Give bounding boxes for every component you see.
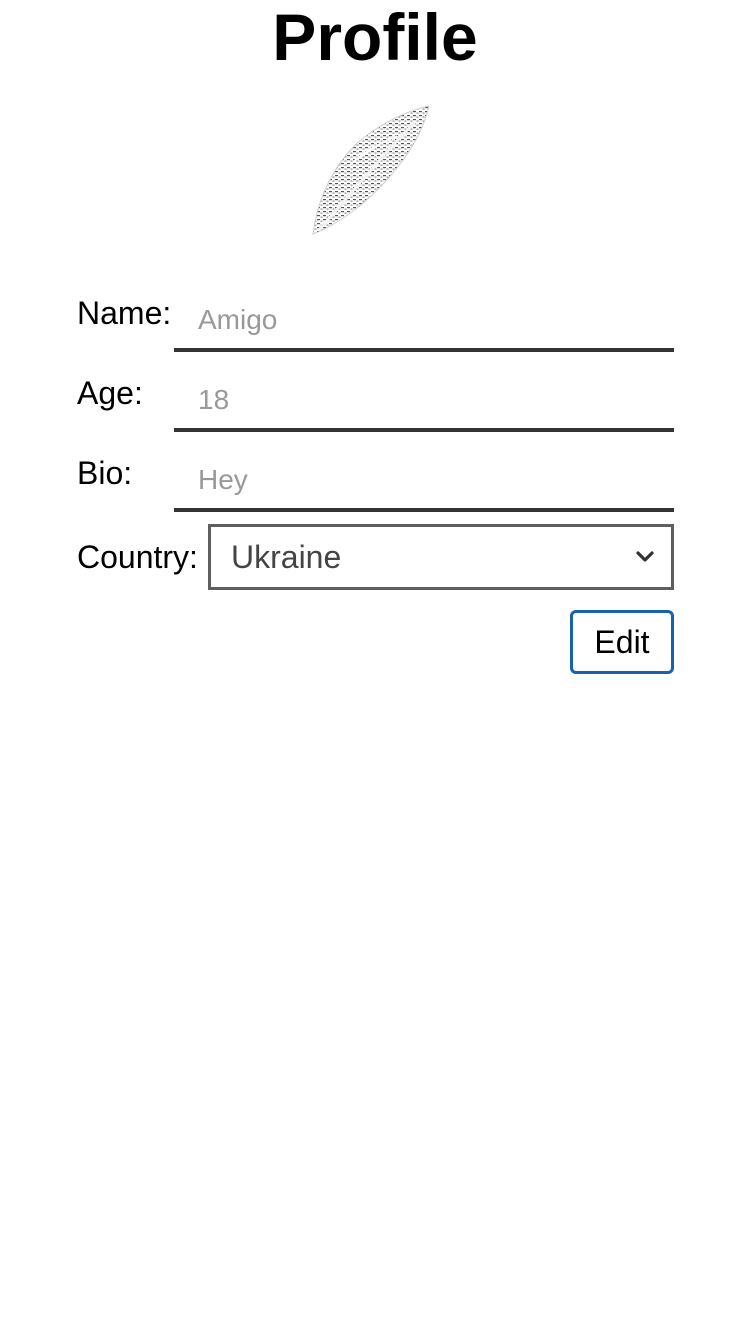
name-field-wrapper <box>174 292 674 352</box>
chevron-down-icon <box>636 551 654 562</box>
age-label: Age: <box>77 375 143 411</box>
bio-input[interactable] <box>174 452 674 508</box>
profile-page: Profile Name: Age: Bio: Country: Ukraine… <box>0 0 750 1334</box>
bio-label: Bio: <box>77 455 133 491</box>
bio-field-wrapper <box>174 452 674 512</box>
age-field-wrapper <box>174 372 674 432</box>
feather-icon <box>312 105 430 235</box>
country-selected-value: Ukraine <box>231 539 342 575</box>
age-input[interactable] <box>174 372 674 428</box>
page-title: Profile <box>272 0 478 74</box>
country-label: Country: <box>77 539 198 575</box>
edit-button[interactable]: Edit <box>570 610 674 674</box>
name-input[interactable] <box>174 292 674 348</box>
name-label: Name: <box>77 295 172 331</box>
country-select[interactable]: Ukraine <box>208 524 674 590</box>
